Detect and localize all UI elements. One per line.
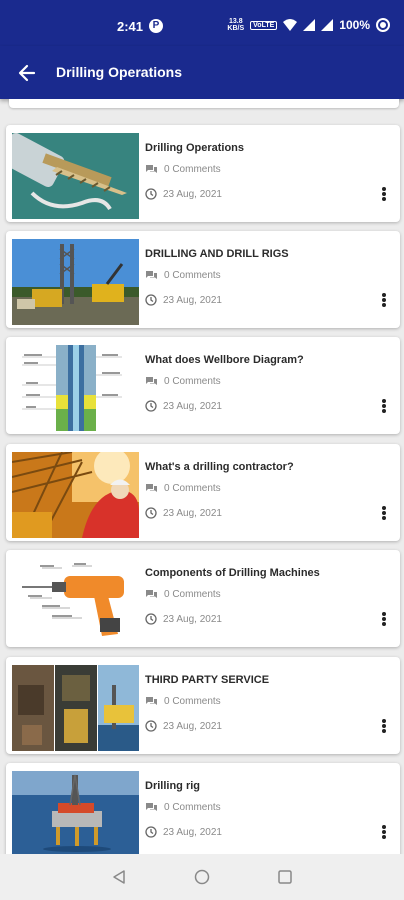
more-vertical-icon (382, 399, 386, 403)
signal-icon-2 (321, 19, 334, 31)
nav-recents-button[interactable] (274, 866, 296, 888)
chat-bubbles-icon (146, 377, 157, 385)
post-date: 23 Aug, 2021 (145, 507, 222, 519)
notification-icon: P (149, 19, 163, 33)
offshore-rig-image (12, 771, 139, 854)
more-vertical-icon (382, 506, 386, 510)
post-card[interactable]: THIRD PARTY SERVICE 0 Comments 23 Aug, 2… (6, 657, 400, 754)
drill-rig-site-image (12, 239, 139, 325)
power-drill-diagram-image (12, 558, 139, 644)
comments-count: 0 Comments (145, 376, 221, 387)
nav-back-button[interactable] (108, 866, 130, 888)
post-date: 23 Aug, 2021 (145, 294, 222, 306)
post-title[interactable]: What's a drilling contractor? (145, 461, 294, 473)
page-title: Drilling Operations (56, 64, 183, 80)
system-nav-bar (0, 854, 404, 900)
more-options-button[interactable] (378, 502, 390, 524)
nav-home-button[interactable] (191, 866, 213, 888)
comments-count: 0 Comments (145, 696, 221, 707)
post-title[interactable]: Drilling Operations (145, 142, 244, 154)
post-date: 23 Aug, 2021 (145, 720, 222, 732)
post-title[interactable]: Drilling rig (145, 780, 200, 792)
wifi-icon (283, 19, 298, 31)
more-options-button[interactable] (378, 395, 390, 417)
more-options-button[interactable] (378, 183, 390, 205)
app-bar: Drilling Operations (0, 46, 404, 99)
battery-icon (376, 18, 390, 32)
status-bar: 2:41 P 13.8 KB/S VoLTE 100% (0, 0, 404, 46)
post-title[interactable]: Components of Drilling Machines (145, 567, 320, 579)
comments-count: 0 Comments (145, 483, 221, 494)
status-time: 2:41 (117, 19, 144, 34)
post-date: 23 Aug, 2021 (145, 826, 222, 838)
chat-bubbles-icon (146, 165, 157, 173)
clock-icon (145, 720, 157, 732)
post-title[interactable]: DRILLING AND DRILL RIGS (145, 248, 289, 260)
comments-count: 0 Comments (145, 589, 221, 600)
service-collage-image (12, 665, 139, 751)
more-options-button[interactable] (378, 608, 390, 630)
chat-bubbles-icon (146, 590, 157, 598)
chat-bubbles-icon (146, 271, 157, 279)
clock-icon (145, 294, 157, 306)
more-vertical-icon (382, 293, 386, 297)
previous-card-edge (9, 99, 399, 108)
chat-bubbles-icon (146, 697, 157, 705)
more-vertical-icon (382, 719, 386, 723)
arrow-left-icon (18, 64, 36, 82)
more-options-button[interactable] (378, 289, 390, 311)
comments-count: 0 Comments (145, 802, 221, 813)
volte-icon: VoLTE (250, 20, 278, 30)
more-vertical-icon (382, 612, 386, 616)
back-button[interactable] (12, 58, 42, 88)
chat-bubbles-icon (146, 484, 157, 492)
comments-count: 0 Comments (145, 270, 221, 281)
signal-icon (303, 19, 316, 31)
more-vertical-icon (382, 187, 386, 191)
post-card[interactable]: Drilling Operations 0 Comments 23 Aug, 2… (6, 125, 400, 222)
chat-bubbles-icon (146, 803, 157, 811)
post-card[interactable]: What does Wellbore Diagram? 0 Comments 2… (6, 337, 400, 434)
wellbore-diagram-image (12, 345, 139, 431)
battery-percent: 100% (339, 18, 370, 32)
rig-worker-image (12, 452, 139, 538)
post-date: 23 Aug, 2021 (145, 188, 222, 200)
post-date: 23 Aug, 2021 (145, 613, 222, 625)
more-vertical-icon (382, 825, 386, 829)
status-icons: 13.8 KB/S VoLTE 100% (227, 18, 390, 32)
network-speed: 13.8 KB/S (227, 18, 245, 32)
more-options-button[interactable] (378, 715, 390, 737)
post-list[interactable]: Drilling Operations 0 Comments 23 Aug, 2… (0, 99, 404, 854)
comments-count: 0 Comments (145, 164, 221, 175)
clock-icon (145, 613, 157, 625)
clock-icon (145, 188, 157, 200)
post-card[interactable]: Drilling rig 0 Comments 23 Aug, 2021 (6, 763, 400, 854)
post-card[interactable]: Components of Drilling Machines 0 Commen… (6, 550, 400, 647)
post-card[interactable]: DRILLING AND DRILL RIGS 0 Comments 23 Au… (6, 231, 400, 328)
clock-icon (145, 400, 157, 412)
square-recents-icon (278, 870, 292, 884)
post-title[interactable]: What does Wellbore Diagram? (145, 354, 304, 366)
triangle-back-icon (113, 870, 125, 884)
post-card[interactable]: What's a drilling contractor? 0 Comments… (6, 444, 400, 541)
clock-icon (145, 826, 157, 838)
post-title[interactable]: THIRD PARTY SERVICE (145, 674, 269, 686)
circle-home-icon (194, 869, 210, 885)
drill-bit-image (12, 133, 139, 219)
clock-icon (145, 507, 157, 519)
more-options-button[interactable] (378, 821, 390, 843)
post-date: 23 Aug, 2021 (145, 400, 222, 412)
